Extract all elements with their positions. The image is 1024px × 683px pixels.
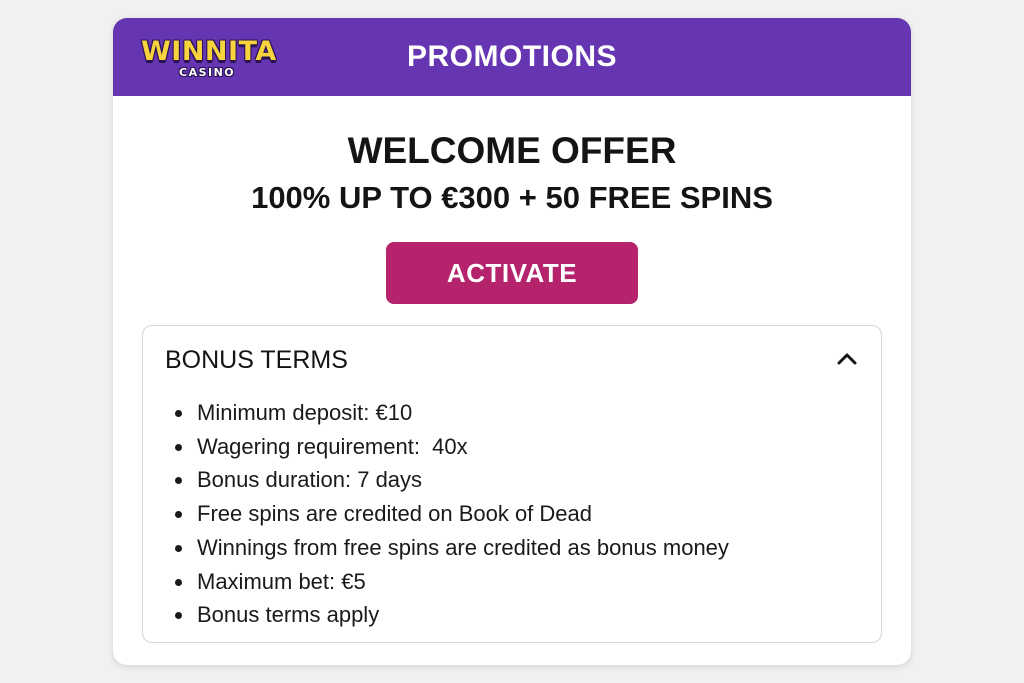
chevron-up-icon[interactable] xyxy=(835,348,859,368)
list-item: Minimum deposit: €10 xyxy=(175,396,729,430)
list-item: Winnings from free spins are credited as… xyxy=(175,531,729,565)
list-item: Maximum bet: €5 xyxy=(175,565,729,599)
list-item: Bonus terms apply xyxy=(175,598,729,632)
offer-title: WELCOME OFFER xyxy=(347,130,677,171)
offer-subtitle: 100% UP TO €300 + 50 FREE SPINS xyxy=(251,180,773,215)
bonus-terms-list: Minimum deposit: €10 Wagering requiremen… xyxy=(175,396,729,632)
list-item: Wagering requirement: 40x xyxy=(175,430,729,464)
list-item: Free spins are credited on Book of Dead xyxy=(175,497,729,531)
promotions-header: WINNITA CASINO PROMOTIONS xyxy=(113,18,911,96)
page-title: PROMOTIONS xyxy=(406,40,617,73)
list-item: Bonus duration: 7 days xyxy=(175,463,729,497)
bonus-terms-panel: BONUS TERMS Minimum deposit: €10 Wagerin… xyxy=(142,325,882,643)
promotion-card: WINNITA CASINO PROMOTIONS WELCOME OFFER … xyxy=(113,18,911,665)
bonus-terms-title: BONUS TERMS xyxy=(165,346,348,374)
activate-button[interactable]: ACTIVATE xyxy=(386,242,638,304)
bonus-terms-toggle[interactable]: BONUS TERMS xyxy=(143,326,881,390)
